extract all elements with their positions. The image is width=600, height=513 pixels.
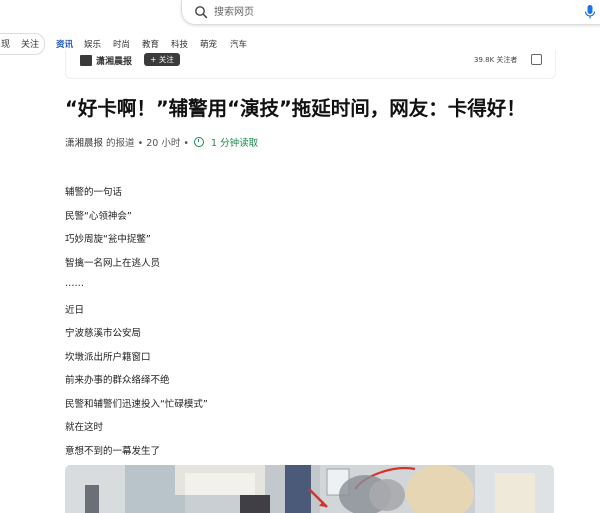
nav-item-fashion[interactable]: 时尚 [113,38,130,50]
source-strip: 潇湘晨报 + 关注 39.8K 关注者 [65,50,556,79]
body-line: 前来办事的群众络绎不绝 [65,375,170,386]
body-line: 就在这时 [65,422,104,433]
nav-item-auto[interactable]: 汽车 [230,38,247,50]
body-line: 民警和辅警们迅速投入“忙碌模式” [65,398,208,410]
article-title: “好卡啊！”辅警用“演技”拖延时间，网友：卡得好！ [65,97,526,120]
body-line: 辅警的一句话 [65,187,123,198]
publisher-logo [80,55,92,66]
body-line: 意想不到的一幕发生了 [65,445,161,457]
body-line: 民警“心领神会” [65,210,132,222]
nav-item-entertainment[interactable]: 娱乐 [84,38,101,50]
nav-item-news[interactable]: 资讯 [56,38,73,50]
nav-item-pets[interactable]: 萌宠 [200,38,217,50]
search-input[interactable] [212,3,556,22]
article-report-label: 的报道 [106,138,135,149]
microphone-icon[interactable] [583,4,597,20]
more-icon[interactable] [531,54,542,65]
nav-pill: 现 关注 [0,33,45,55]
follower-count: 39.8K 关注者 [474,56,518,64]
nav-item-education[interactable]: 教育 [142,38,159,50]
search-box[interactable] [181,0,600,25]
article-meta: 潇湘晨报 的报道 • 20 小时 • 1 分钟读取 [65,135,258,149]
meta-separator: • [137,138,144,149]
body-line: …… [65,278,84,289]
follow-button[interactable]: + 关注 [144,53,180,66]
body-line: 近日 [65,304,85,316]
nav-item-follow[interactable]: 关注 [21,37,39,50]
body-line: 坎墩派出所户籍窗口 [65,351,151,363]
clock-icon [194,137,205,147]
body-line: 智擒一名网上在逃人员 [65,257,161,269]
article-source[interactable]: 潇湘晨报 [65,138,103,149]
nav-item-tech[interactable]: 科技 [171,38,188,50]
body-line: 巧妙周旋“瓮中捉鳖” [65,234,151,245]
search-icon[interactable] [194,5,208,19]
article-image[interactable] [65,465,554,513]
meta-separator: • [183,138,189,149]
read-time: 1 分钟读取 [211,138,259,149]
publisher-name[interactable]: 潇湘晨报 [96,54,132,67]
top-header [0,0,600,26]
nav-item-discover[interactable]: 现 [1,37,10,50]
surveillance-photo [65,465,554,513]
article-time: 20 小时 [146,138,181,149]
body-line: 宁波慈溪市公安局 [65,328,142,339]
